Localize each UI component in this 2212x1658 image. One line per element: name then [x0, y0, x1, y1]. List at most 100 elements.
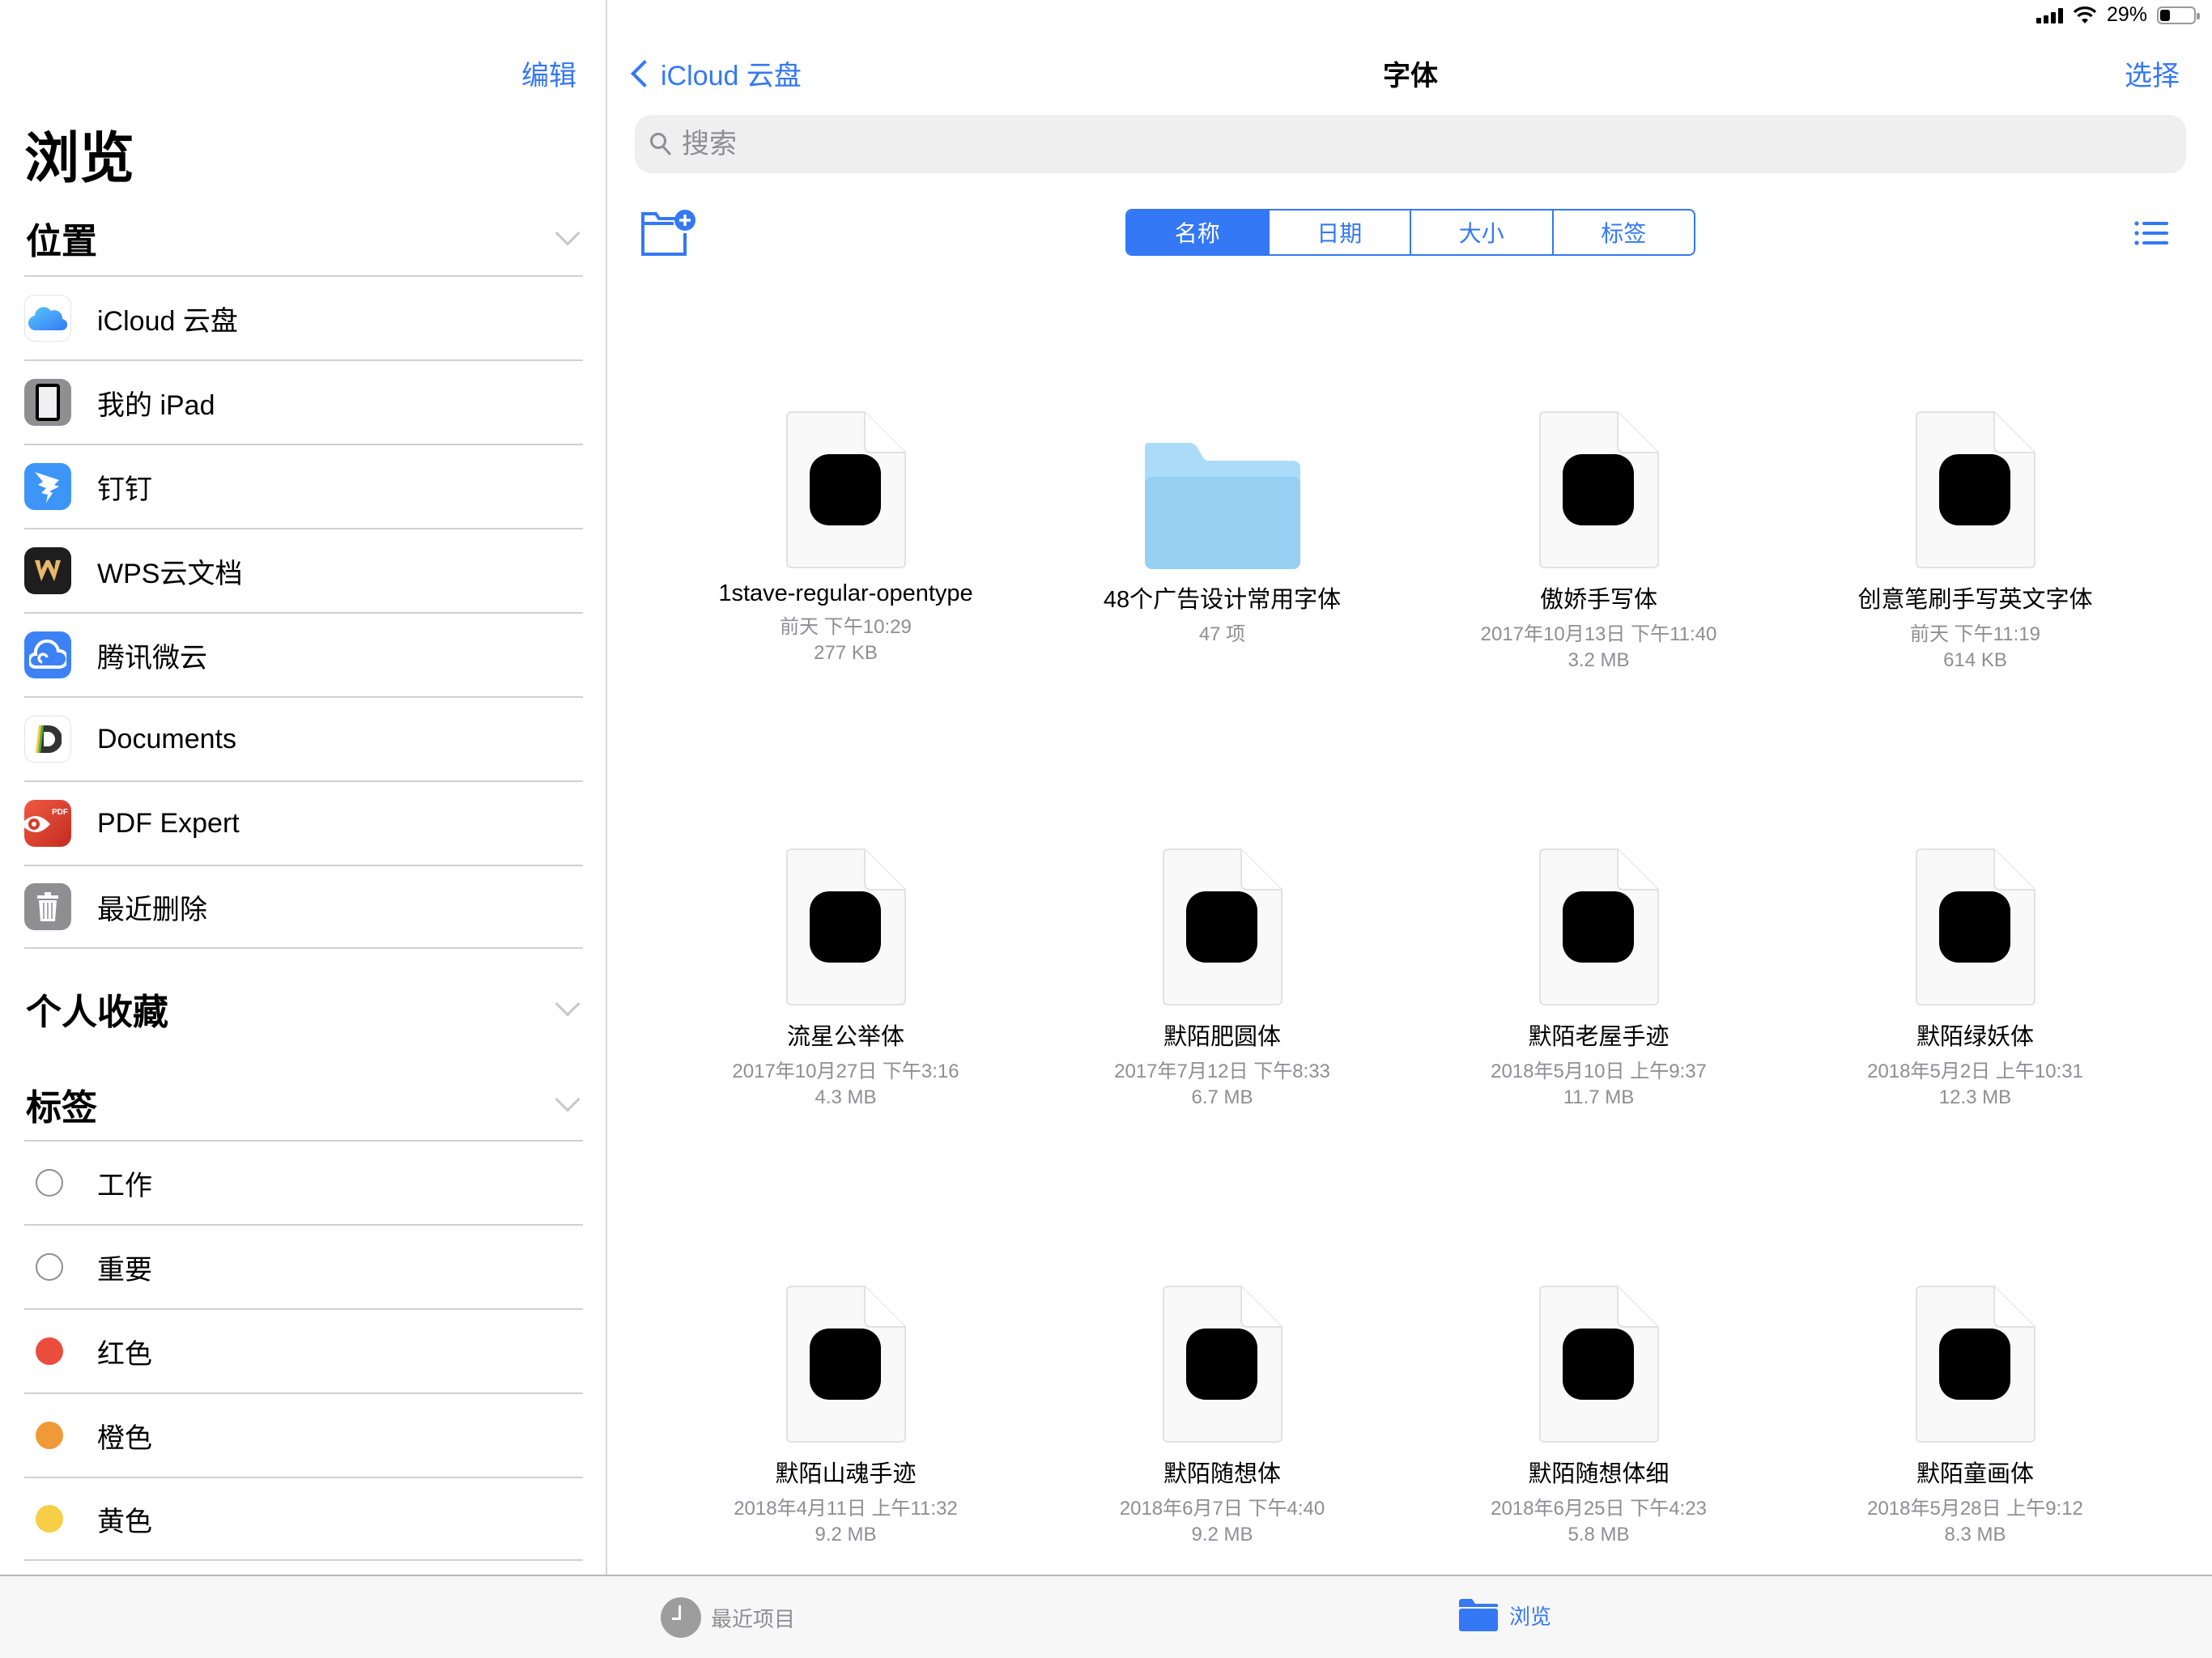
chevron-down-icon[interactable] — [555, 220, 581, 246]
sidebar-item-label: 最近删除 — [97, 894, 207, 925]
clock-icon — [661, 1597, 701, 1638]
item-name: 默陌老屋手迹 — [1528, 1024, 1670, 1050]
item-date: 前天 下午10:29 — [780, 616, 912, 638]
sort-option[interactable]: 名称 — [1127, 210, 1268, 254]
tag-item-yellow[interactable]: 黄色 — [24, 1477, 583, 1561]
item-size: 11.7 MB — [1563, 1086, 1635, 1108]
pdf-expert-icon: PDF — [24, 800, 71, 847]
tags-header-label: 标签 — [26, 1088, 97, 1128]
sidebar-item-weiyun[interactable]: 腾讯微云 — [24, 612, 583, 696]
file-item[interactable]: 默陌老屋手迹 2018年5月10日 上午9:37 11.7 MB — [1410, 727, 1787, 1164]
tab-recents-label: 最近项目 — [711, 1606, 796, 1631]
new-folder-button[interactable] — [640, 209, 696, 257]
file-item[interactable]: 创意笔刷手写英文字体前天 下午11:19 614 KB — [1787, 290, 2163, 727]
sort-option[interactable]: 标签 — [1551, 210, 1695, 254]
svg-text:PDF: PDF — [52, 808, 68, 817]
item-name: 流星公举体 — [786, 1024, 904, 1050]
sidebar: 编辑 浏览 位置 iCloud 云盘 我的 iPad 钉钉 WPS云文档 腾讯微… — [0, 0, 607, 1575]
file-item[interactable]: 默陌绿妖体 2018年5月2日 上午10:31 12.3 MB — [1787, 727, 2163, 1164]
file-item[interactable]: 默陌随想体细 2018年6月25日 下午4:23 5.8 MB — [1410, 1164, 1787, 1601]
item-date: 前天 下午11:19 — [1910, 623, 2040, 645]
folder-item[interactable]: 48个广告设计常用字体 47 项 — [1034, 290, 1410, 727]
sidebar-item-icloud[interactable]: iCloud 云盘 — [24, 275, 583, 359]
chevron-left-icon — [631, 59, 658, 87]
tag-outline-icon — [36, 1169, 63, 1197]
sidebar-item-dingtalk[interactable]: 钉钉 — [24, 444, 583, 528]
select-button[interactable]: 选择 — [2125, 53, 2180, 93]
tags-header[interactable]: 标签 — [26, 1080, 581, 1129]
sidebar-item-pdf-expert[interactable]: PDF PDF Expert — [24, 780, 583, 865]
sidebar-item-my-ipad[interactable]: 我的 iPad — [24, 359, 583, 444]
locations-header[interactable]: 位置 — [26, 214, 581, 262]
font-file-icon — [1494, 1164, 1704, 1443]
item-name: 默陌山魂手迹 — [775, 1461, 917, 1487]
tab-recents[interactable]: 最近项目 — [661, 1597, 795, 1638]
item-date: 2018年4月11日 上午11:32 — [734, 1498, 958, 1520]
item-size: 614 KB — [1943, 649, 2007, 671]
sidebar-item-wps[interactable]: WPS云文档 — [24, 528, 583, 612]
item-name: 创意笔刷手写英文字体 — [1857, 587, 2093, 613]
weiyun-icon — [24, 631, 71, 678]
tag-label: 重要 — [97, 1254, 152, 1286]
item-size: 4.3 MB — [815, 1086, 877, 1108]
tab-bar: 最近项目 浏览 — [0, 1575, 2212, 1658]
locations-header-label: 位置 — [26, 222, 97, 261]
sidebar-item-label: 钉钉 — [97, 474, 152, 505]
favorites-header[interactable]: 个人收藏 — [26, 984, 581, 1033]
item-size: 8.3 MB — [1944, 1524, 2006, 1545]
back-button[interactable]: iCloud 云盘 — [627, 53, 802, 93]
item-date: 2018年6月25日 下午4:23 — [1491, 1498, 1707, 1520]
favorites-header-label: 个人收藏 — [26, 993, 168, 1032]
item-size: 3.2 MB — [1568, 649, 1630, 671]
search-bar[interactable] — [635, 115, 2186, 173]
font-file-icon — [741, 727, 951, 1006]
sidebar-item-label: 腾讯微云 — [97, 642, 207, 674]
tag-orange-dot-icon — [36, 1422, 63, 1449]
item-name: 默陌童画体 — [1916, 1461, 2034, 1487]
tag-item-orange[interactable]: 橙色 — [24, 1392, 583, 1477]
tag-yellow-dot-icon — [36, 1505, 63, 1533]
sidebar-item-label: WPS云文档 — [97, 558, 243, 589]
main-content: iCloud 云盘 字体 选择 名称日期大小标签 1stave-regular-… — [609, 0, 2212, 1575]
item-name: 默陌随想体 — [1163, 1461, 1281, 1487]
tag-item-work[interactable]: 工作 — [24, 1140, 583, 1224]
ipad-icon — [24, 379, 71, 426]
sidebar-title: 浏览 — [24, 128, 135, 189]
font-file-icon — [741, 1164, 951, 1443]
file-item[interactable]: 流星公举体 2017年10月27日 下午3:16 4.3 MB — [657, 727, 1034, 1164]
chevron-down-icon[interactable] — [555, 1086, 581, 1112]
item-date: 2018年5月10日 上午9:37 — [1491, 1061, 1707, 1082]
wps-icon — [24, 547, 71, 594]
sidebar-item-recently-deleted[interactable]: 最近删除 — [24, 865, 583, 949]
file-item[interactable]: 默陌肥圆体 2017年7月12日 下午8:33 6.7 MB — [1034, 727, 1410, 1164]
font-file-icon — [1494, 290, 1704, 569]
sidebar-item-documents[interactable]: Documents — [24, 696, 583, 780]
trash-icon — [24, 883, 71, 930]
tag-item-red[interactable]: 红色 — [24, 1308, 583, 1392]
font-file-icon — [741, 290, 951, 569]
file-item[interactable]: 默陌童画体 2018年5月28日 上午9:12 8.3 MB — [1787, 1164, 2163, 1601]
tab-browse[interactable]: 浏览 — [1457, 1597, 1551, 1633]
item-date: 2018年5月28日 上午9:12 — [1867, 1498, 2083, 1520]
file-item[interactable]: 傲娇手写体 2017年10月13日 下午11:40 3.2 MB — [1410, 290, 1787, 727]
sort-option[interactable]: 日期 — [1267, 210, 1410, 254]
sort-option[interactable]: 大小 — [1410, 210, 1552, 254]
sidebar-item-label: iCloud 云盘 — [97, 305, 238, 337]
page-title: 字体 — [1383, 61, 1438, 91]
tags-list: 工作 重要 红色 橙色 黄色 — [24, 1140, 583, 1561]
file-item[interactable]: 1stave-regular-opentype 前天 下午10:29 277 KB — [657, 290, 1034, 727]
item-date: 2018年5月2日 上午10:31 — [1867, 1061, 2083, 1082]
folder-icon — [1117, 290, 1328, 569]
font-file-icon — [1494, 727, 1704, 1006]
search-input[interactable] — [682, 128, 2139, 160]
list-view-button[interactable] — [2134, 220, 2170, 246]
chevron-down-icon[interactable] — [555, 991, 581, 1017]
sort-segmented-control: 名称 日期 大小 标签 — [1125, 209, 1695, 256]
item-date: 2018年6月7日 下午4:40 — [1119, 1498, 1325, 1520]
item-size: 9.2 MB — [1191, 1524, 1253, 1545]
file-item[interactable]: 默陌山魂手迹 2018年4月11日 上午11:32 9.2 MB — [657, 1164, 1034, 1601]
file-item[interactable]: 默陌随想体 2018年6月7日 下午4:40 9.2 MB — [1034, 1164, 1410, 1601]
tag-item-important[interactable]: 重要 — [24, 1224, 583, 1308]
edit-button[interactable]: 编辑 — [521, 53, 576, 93]
item-name: 默陌随想体细 — [1528, 1461, 1670, 1487]
